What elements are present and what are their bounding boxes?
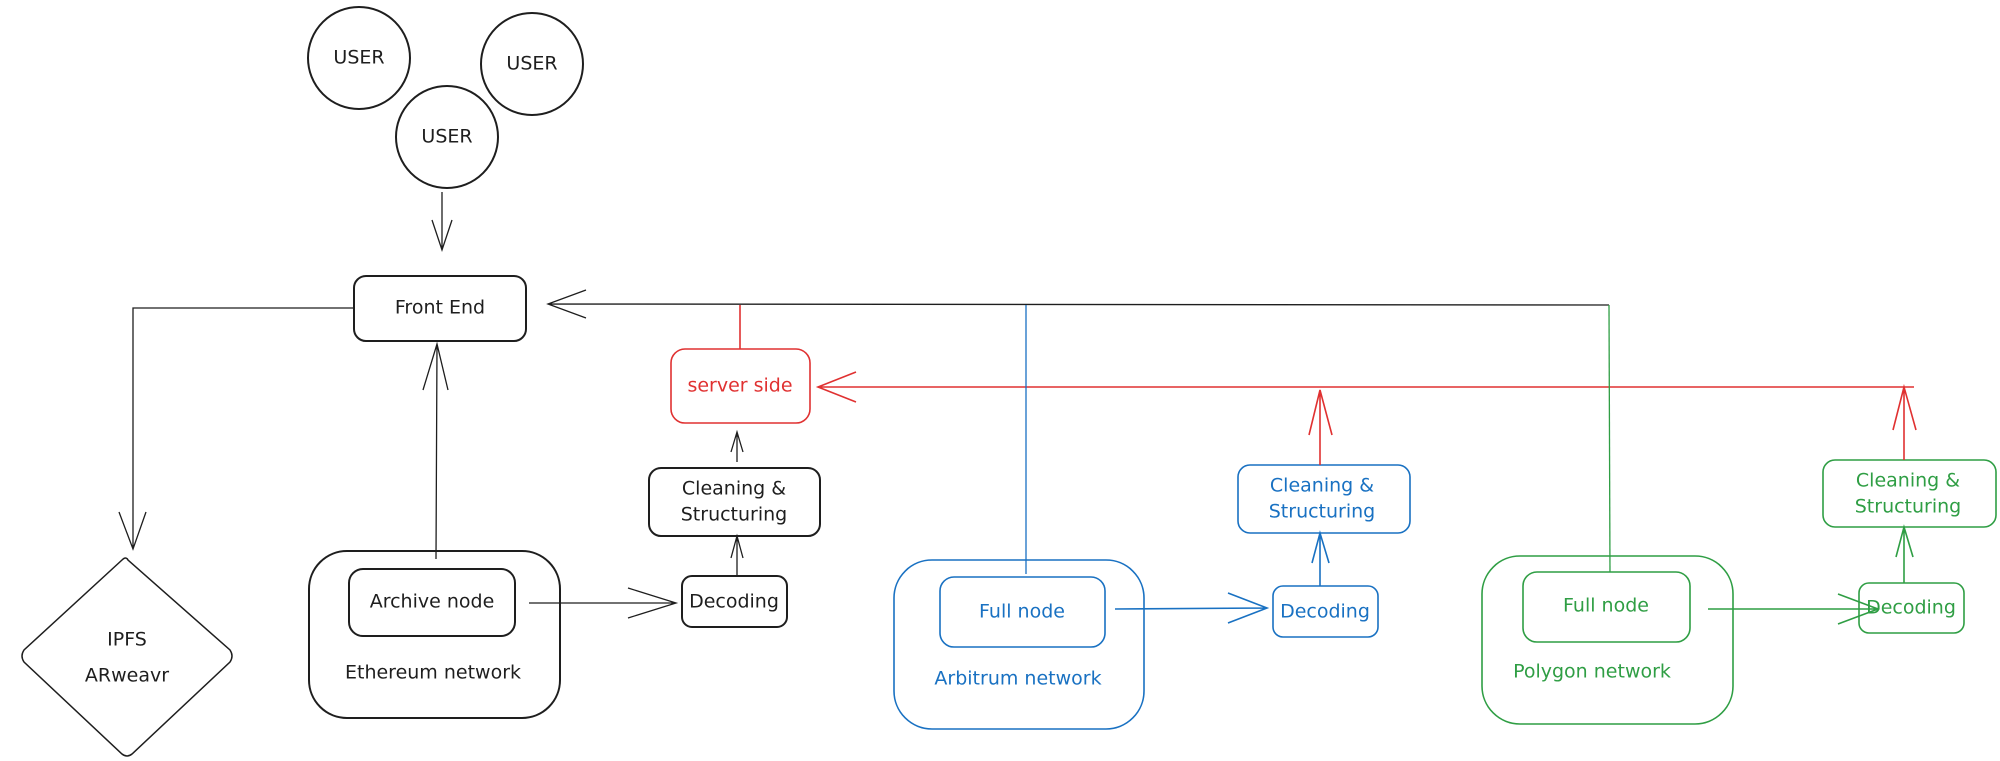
- polygon-cleaning-box: Cleaning & Structuring: [1822, 459, 1997, 528]
- user-node-1: USER: [307, 6, 411, 110]
- arrow-decoding-to-cleaning: [730, 533, 744, 576]
- line-to-frontend: [546, 289, 1610, 319]
- cleaning-label: Cleaning &: [682, 478, 786, 500]
- arrow-archive-to-frontend: [422, 341, 449, 560]
- arrow-polygon-cleaning-to-server: [1892, 383, 1917, 460]
- arrow-arbitrum-decoding-to-cleaning: [1311, 530, 1330, 586]
- structuring-label: Structuring: [1855, 496, 1962, 518]
- structuring-label: Structuring: [681, 504, 788, 526]
- ethereum-cleaning-box: Cleaning & Structuring: [648, 467, 821, 537]
- storage-label-ipfs: IPFS: [107, 629, 147, 651]
- user-label: USER: [333, 47, 384, 69]
- polygon-network-label: Polygon network: [1513, 661, 1671, 683]
- line-to-server-side: [815, 371, 1914, 403]
- front-end-box: Front End: [353, 275, 527, 342]
- storage-diamond: IPFS ARweavr: [21, 557, 233, 757]
- arbitrum-full-node-box: Full node: [939, 576, 1106, 648]
- ethereum-network-label: Ethereum network: [345, 662, 521, 684]
- decoding-label: Decoding: [1866, 597, 1956, 619]
- storage-label-arweave: ARweavr: [85, 665, 169, 687]
- arbitrum-cleaning-box: Cleaning & Structuring: [1237, 464, 1411, 534]
- full-node-label: Full node: [1563, 595, 1649, 617]
- architecture-diagram: USER USER USER Front End IPFS ARweavr se…: [21, 6, 1997, 757]
- server-side-box: server side: [670, 348, 811, 424]
- polygon-full-node-box: Full node: [1522, 571, 1691, 643]
- cleaning-label: Cleaning &: [1270, 475, 1374, 497]
- decoding-label: Decoding: [689, 591, 779, 613]
- decoding-label: Decoding: [1280, 601, 1370, 623]
- line-polygon-to-frontend: [1608, 304, 1611, 577]
- server-side-label: server side: [687, 375, 792, 397]
- arrow-frontend-to-storage: [118, 307, 354, 551]
- arbitrum-decoding-box: Decoding: [1272, 585, 1379, 638]
- structuring-label: Structuring: [1269, 501, 1376, 523]
- full-node-label: Full node: [979, 601, 1065, 623]
- arrow-arbitrum-cleaning-to-server: [1308, 389, 1333, 465]
- archive-node-box: Archive node: [348, 568, 516, 637]
- ethereum-network-box: Ethereum network: [308, 550, 561, 719]
- arrow-archive-to-decoding: [529, 587, 679, 619]
- cleaning-label: Cleaning &: [1856, 470, 1960, 492]
- arrow-users-to-frontend: [431, 192, 453, 253]
- user-label: USER: [421, 126, 472, 148]
- polygon-decoding-box: Decoding: [1858, 582, 1965, 634]
- archive-node-label: Archive node: [370, 591, 495, 613]
- arrow-cleaning-to-server: [730, 429, 744, 462]
- user-node-3: USER: [395, 85, 499, 189]
- ethereum-decoding-box: Decoding: [681, 575, 788, 628]
- arbitrum-network-label: Arbitrum network: [934, 668, 1101, 690]
- user-node-2: USER: [480, 12, 584, 116]
- front-end-label: Front End: [395, 297, 485, 319]
- user-label: USER: [506, 53, 557, 75]
- arrow-polygon-decoding-to-cleaning: [1895, 524, 1914, 583]
- arrow-arbitrum-to-decoding: [1114, 592, 1270, 624]
